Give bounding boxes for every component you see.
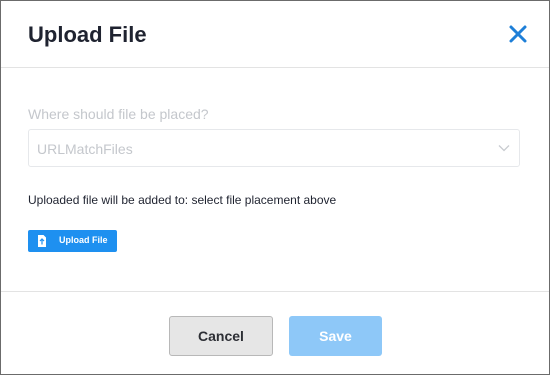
close-button[interactable] xyxy=(507,23,529,45)
save-button[interactable]: Save xyxy=(289,316,382,356)
chevron-down-icon xyxy=(498,145,510,152)
cancel-button[interactable]: Cancel xyxy=(169,316,273,356)
cancel-label: Cancel xyxy=(198,328,244,344)
placement-label: Where should file be placed? xyxy=(28,106,209,122)
file-upload-icon xyxy=(38,235,46,247)
upload-file-button[interactable]: Upload File xyxy=(28,230,117,252)
dialog-header: Upload File xyxy=(1,1,549,68)
upload-destination-text: Uploaded file will be added to: select f… xyxy=(28,193,337,207)
dialog-footer-divider xyxy=(1,291,549,293)
placement-select[interactable]: URLMatchFiles xyxy=(28,129,520,167)
placement-selected-value: URLMatchFiles xyxy=(37,141,133,157)
close-icon xyxy=(509,25,527,43)
save-label: Save xyxy=(319,328,352,344)
upload-file-dialog: Upload File Where should file be placed?… xyxy=(0,0,550,375)
upload-file-label: Upload File xyxy=(59,235,108,245)
dialog-title: Upload File xyxy=(28,22,147,47)
